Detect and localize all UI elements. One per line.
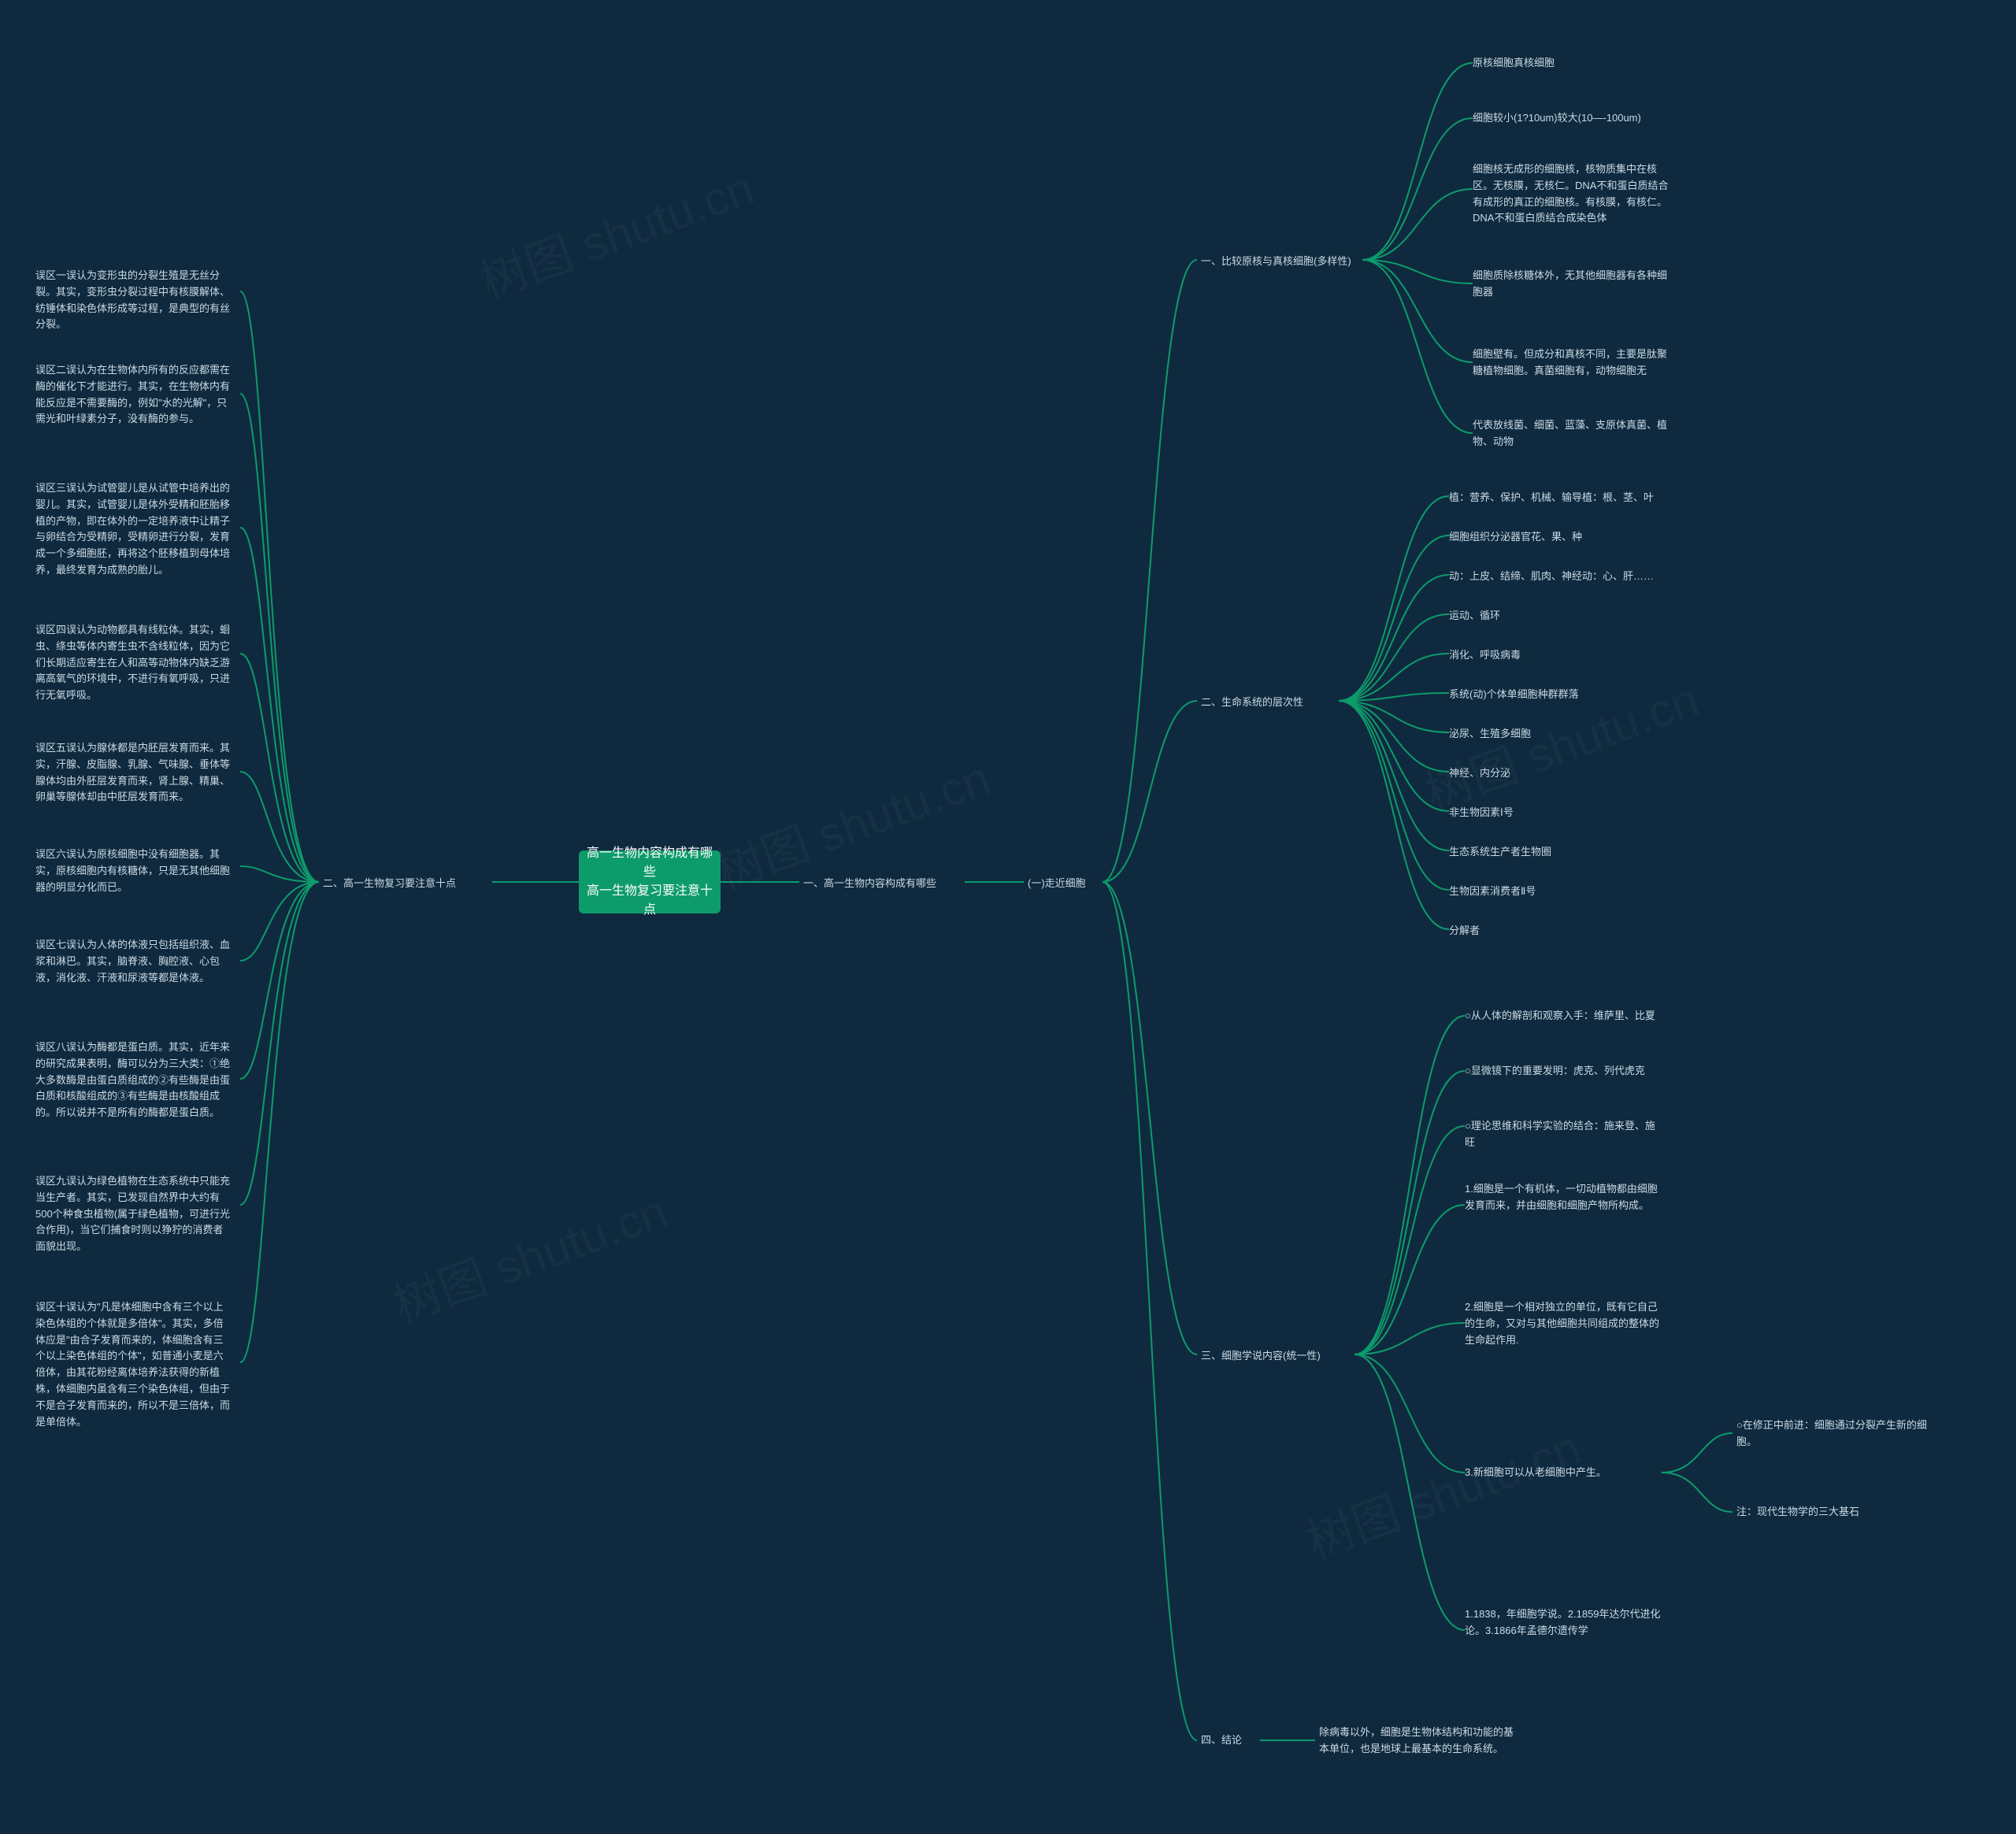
left-item-4[interactable]: 误区五误认为腺体都是内胚层发育而来。其实，汗腺、皮脂腺、乳腺、气味腺、垂体等腺体… <box>35 740 232 806</box>
watermark: 树图 shutu.cn <box>383 1173 675 1336</box>
branch-right-sub1[interactable]: (一)走近细胞 <box>1028 876 1086 892</box>
left-item-1[interactable]: 误区二误认为在生物体内所有的反应都需在酶的催化下才能进行。其实，在生物体内有能反… <box>35 362 232 428</box>
branch-r4-title[interactable]: 四、结论 <box>1201 1732 1242 1749</box>
left-item-9[interactable]: 误区十误认为"凡是体细胞中含有三个以上染色体组的个体就是多倍体"。其实，多倍体应… <box>35 1299 232 1430</box>
left-item-5[interactable]: 误区六误认为原核细胞中没有细胞器。其实，原核细胞内有核糖体，只是无其他细胞器的明… <box>35 847 232 895</box>
left-item-3[interactable]: 误区四误认为动物都具有线粒体。其实，蛔虫、绦虫等体内寄生虫不含线粒体，因为它们长… <box>35 622 232 704</box>
r2-item-4[interactable]: 消化、呼吸病毒 <box>1449 647 1521 664</box>
r1-item-5[interactable]: 代表放线菌、细菌、蓝藻、支原体真菌、植物、动物 <box>1473 417 1670 450</box>
r3-sub-0[interactable]: ○在修正中前进：细胞通过分裂产生新的细胞。 <box>1736 1417 1933 1451</box>
r1-item-4[interactable]: 细胞壁有。但成分和真核不同，主要是肽聚糖植物细胞。真菌细胞有，动物细胞无 <box>1473 346 1670 380</box>
r2-item-6[interactable]: 泌尿、生殖多细胞 <box>1449 726 1531 743</box>
r2-item-2[interactable]: 动：上皮、结缔、肌肉、神经动：心、肝…… <box>1449 569 1654 585</box>
left-item-2[interactable]: 误区三误认为试管婴儿是从试管中培养出的婴儿。其实，试管婴儿是体外受精和胚胎移植的… <box>35 480 232 579</box>
r3-item-4[interactable]: 2.细胞是一个相对独立的单位，既有它自己的生命，又对与其他细胞共同组成的整体的生… <box>1465 1299 1662 1348</box>
watermark: 树图 shutu.cn <box>1296 1410 1588 1572</box>
branch-r1-title[interactable]: 一、比较原核与真核细胞(多样性) <box>1201 254 1351 270</box>
left-item-7[interactable]: 误区八误认为酶都是蛋白质。其实，近年来的研究成果表明，酶可以分为三大类：①绝大多… <box>35 1039 232 1121</box>
r2-item-0[interactable]: 植：营养、保护、机械、输导植：根、茎、叶 <box>1449 490 1654 506</box>
r4-content[interactable]: 除病毒以外，细胞是生物体结构和功能的基本单位，也是地球上最基本的生命系统。 <box>1319 1725 1516 1758</box>
r1-item-1[interactable]: 细胞较小(1?10um)较大(10—-100um) <box>1473 110 1641 127</box>
r3-item-0[interactable]: ○从人体的解剖和观察入手：维萨里、比夏 <box>1465 1008 1655 1024</box>
r3-item-1[interactable]: ○显微镜下的重要发明：虎克、列代虎克 <box>1465 1063 1645 1080</box>
left-item-0[interactable]: 误区一误认为变形虫的分裂生殖是无丝分裂。其实，变形虫分裂过程中有核膜解体、纺锤体… <box>35 268 232 333</box>
r2-item-11[interactable]: 分解者 <box>1449 923 1480 939</box>
branch-left-main[interactable]: 二、高一生物复习要注意十点 <box>323 876 456 892</box>
r1-item-3[interactable]: 细胞质除核糖体外，无其他细胞器有各种细胞器 <box>1473 268 1670 301</box>
r1-item-2[interactable]: 细胞核无成形的细胞核，核物质集中在核区。无核膜，无核仁。DNA不和蛋白质结合有成… <box>1473 161 1670 227</box>
left-item-8[interactable]: 误区九误认为绿色植物在生态系统中只能充当生产者。其实，已发现自然界中大约有500… <box>35 1173 232 1255</box>
r2-item-1[interactable]: 细胞组织分泌器官花、果、种 <box>1449 529 1582 546</box>
r2-item-10[interactable]: 生物因素消费者Ⅱ号 <box>1449 884 1536 900</box>
mindmap-root[interactable]: 高一生物内容构成有哪些 高一生物复习要注意十点 <box>579 850 721 913</box>
branch-right-main[interactable]: 一、高一生物内容构成有哪些 <box>803 876 936 892</box>
r3-item-6[interactable]: 1.1838，年细胞学说。2.1859年达尔代进化论。3.1866年孟德尔遗传学 <box>1465 1606 1662 1639</box>
mindmap-connectors <box>0 0 2016 1834</box>
r2-item-9[interactable]: 生态系统生产者生物圈 <box>1449 844 1551 861</box>
r3-item-2[interactable]: ○理论思维和科学实验的结合：施来登、施旺 <box>1465 1118 1662 1151</box>
r3-item-3[interactable]: 1.细胞是一个有机体，一切动植物都由细胞发育而来，并由细胞和细胞产物所构成。 <box>1465 1181 1662 1214</box>
root-line1: 高一生物内容构成有哪些 <box>587 847 713 879</box>
r2-item-7[interactable]: 神经、内分泌 <box>1449 765 1510 782</box>
r3-item-5[interactable]: 3.新细胞可以从老细胞中产生。 <box>1465 1465 1606 1481</box>
watermark: 树图 shutu.cn <box>469 150 762 312</box>
root-line2: 高一生物复习要注意十点 <box>587 884 713 917</box>
r2-item-5[interactable]: 系统(动)个体单细胞种群群落 <box>1449 687 1579 703</box>
branch-r2-title[interactable]: 二、生命系统的层次性 <box>1201 695 1303 711</box>
branch-r3-title[interactable]: 三、细胞学说内容(统一性) <box>1201 1348 1321 1365</box>
left-item-6[interactable]: 误区七误认为人体的体液只包括组织液、血浆和淋巴。其实，脑脊液、胸腔液、心包液，消… <box>35 937 232 986</box>
r2-item-8[interactable]: 非生物因素Ⅰ号 <box>1449 805 1514 821</box>
r3-sub-1[interactable]: 注：现代生物学的三大基石 <box>1736 1504 1859 1521</box>
r2-item-3[interactable]: 运动、循环 <box>1449 608 1500 624</box>
r1-item-0[interactable]: 原核细胞真核细胞 <box>1473 55 1555 72</box>
